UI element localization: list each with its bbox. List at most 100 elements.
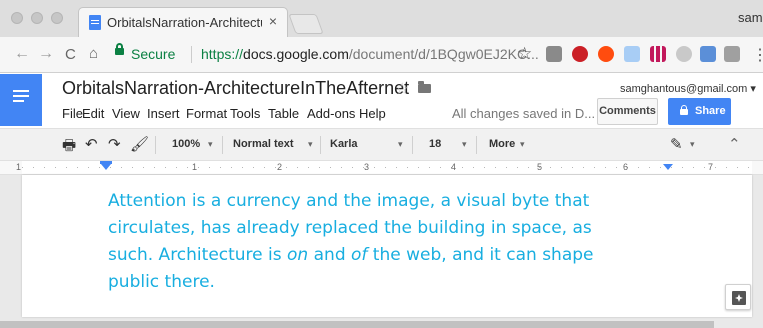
account-caret-icon: ▾	[750, 83, 756, 95]
ruler-number: 5	[537, 162, 543, 172]
picture-extension-icon[interactable]	[700, 46, 716, 62]
explore-button[interactable]	[725, 284, 751, 310]
docs-header: OrbitalsNarration-ArchitectureInTheAfter…	[0, 74, 763, 128]
url-divider	[191, 46, 192, 63]
zoom-caret-icon[interactable]: ▾	[208, 139, 213, 150]
font-select[interactable]: Karla	[330, 138, 358, 150]
new-tab-button[interactable]	[288, 14, 324, 34]
save-status[interactable]: All changes saved in D...	[452, 106, 595, 121]
browser-toolbar: ← → C ⌂ Secure https://docs.google.com/d…	[0, 37, 763, 73]
toolbar-divider	[476, 136, 477, 154]
more-menu-icon[interactable]: ⋮	[752, 45, 763, 65]
menu-insert[interactable]: Insert	[147, 106, 180, 121]
more-caret-icon[interactable]: ▾	[520, 139, 525, 150]
ruler-number: 2	[277, 162, 283, 172]
font-size-caret-icon[interactable]: ▾	[462, 139, 467, 150]
back-icon[interactable]: ←	[14, 45, 30, 63]
redo-icon[interactable]: ↷	[108, 135, 121, 153]
secure-label: Secure	[131, 46, 176, 62]
ruler-number: 7	[708, 162, 714, 172]
url-path: /document/d/1BQgw0EJ2KC...	[348, 46, 539, 62]
text-run: such. Architecture is	[108, 245, 288, 265]
camera-extension-icon[interactable]	[724, 46, 740, 62]
print-icon[interactable]: 🖶	[62, 135, 76, 160]
cloud-extension-icon[interactable]	[676, 46, 692, 62]
horizontal-scrollbar[interactable]	[0, 321, 714, 328]
tab-title: OrbitalsNarration-Architecture	[107, 15, 262, 30]
style-select[interactable]: Normal text	[233, 138, 294, 150]
font-caret-icon[interactable]: ▾	[398, 139, 403, 150]
paint-format-icon[interactable]: 🖌	[130, 135, 149, 153]
profile-name[interactable]: sam	[738, 10, 763, 25]
stripes-extension-icon[interactable]	[650, 46, 666, 62]
account-email[interactable]: samghantous@gmail.com ▾	[620, 82, 756, 95]
docs-favicon-icon	[89, 15, 101, 30]
toolbar-divider	[320, 136, 321, 154]
reload-icon[interactable]: C	[65, 46, 76, 63]
text-line: such. Architecture is on and of the web,…	[108, 242, 688, 269]
formatting-toolbar: 🖶 ↶ ↷ 🖌 100% ▾ Normal text ▾ Karla ▾ 18 …	[0, 128, 763, 161]
document-canvas: Attention is a currency and the image, a…	[0, 175, 763, 328]
translate-extension-icon[interactable]	[546, 46, 562, 62]
maximize-window-button[interactable]	[51, 12, 63, 24]
star-document-icon[interactable]: ☆	[395, 79, 409, 99]
editing-mode-pen-icon[interactable]: ✎	[670, 135, 683, 153]
toolbar-divider	[222, 136, 223, 154]
right-indent-marker-icon[interactable]	[663, 164, 673, 170]
ruler-number: 6	[623, 162, 629, 172]
home-icon[interactable]: ⌂	[89, 45, 98, 62]
toolbar-divider	[412, 136, 413, 154]
menu-format[interactable]: Format	[186, 106, 227, 121]
menu-add-ons[interactable]: Add-ons	[307, 106, 355, 121]
browser-window: OrbitalsNarration-Architecture × sam ← →…	[0, 0, 763, 328]
toolbar-divider	[155, 136, 156, 154]
docs-home-logo-icon[interactable]	[0, 74, 42, 126]
menu-view[interactable]: View	[112, 106, 140, 121]
more-button[interactable]: More	[489, 138, 515, 150]
address-bar[interactable]: Secure https://docs.google.com/document/…	[113, 42, 539, 68]
minimize-window-button[interactable]	[31, 12, 43, 24]
move-to-folder-icon[interactable]	[418, 81, 431, 93]
menu-edit[interactable]: Edit	[82, 106, 104, 121]
ruler: 1 1 2 3 4 5 6 7	[0, 161, 763, 175]
share-label: Share	[695, 105, 726, 117]
italic-run: of	[351, 245, 368, 265]
document-title[interactable]: OrbitalsNarration-ArchitectureInTheAfter…	[62, 78, 409, 99]
collapse-menus-icon[interactable]: ⌃	[728, 135, 741, 153]
url-text[interactable]: https://docs.google.com/document/d/1BQgw…	[201, 46, 539, 62]
ruler-number: 1	[192, 162, 198, 172]
explore-icon	[732, 291, 746, 305]
ruler-number: 3	[364, 162, 370, 172]
share-lock-icon	[680, 105, 688, 115]
comments-button[interactable]: Comments	[597, 98, 658, 125]
close-window-button[interactable]	[11, 12, 23, 24]
text-line: public there.	[108, 272, 215, 292]
text-line: Attention is a currency and the image, a…	[108, 191, 590, 211]
ruler-number: 1	[16, 162, 22, 172]
editing-mode-caret-icon[interactable]: ▾	[690, 139, 695, 150]
lock-icon	[115, 43, 124, 55]
tab-close-icon[interactable]: ×	[269, 13, 277, 29]
left-indent-marker-icon[interactable]	[101, 164, 111, 170]
ruler-ticks	[22, 167, 752, 168]
undo-icon[interactable]: ↶	[85, 135, 98, 153]
document-page[interactable]: Attention is a currency and the image, a…	[22, 175, 752, 317]
menu-help[interactable]: Help	[359, 106, 386, 121]
font-size-select[interactable]: 18	[429, 138, 441, 150]
pinterest-extension-icon[interactable]	[572, 46, 588, 62]
menu-tools[interactable]: Tools	[230, 106, 260, 121]
document-extension-icon[interactable]	[624, 46, 640, 62]
zoom-select[interactable]: 100%	[172, 138, 200, 150]
style-caret-icon[interactable]: ▾	[308, 139, 313, 150]
bookmark-star-icon[interactable]: ☆	[517, 44, 532, 64]
menu-table[interactable]: Table	[268, 106, 299, 121]
menu-file[interactable]: File	[62, 106, 83, 121]
document-body[interactable]: Attention is a currency and the image, a…	[108, 188, 688, 296]
text-run: the web, and it can shape	[367, 245, 594, 265]
forward-icon[interactable]: →	[38, 45, 54, 63]
tab-strip: OrbitalsNarration-Architecture × sam	[0, 0, 763, 37]
share-button[interactable]: Share	[668, 98, 731, 125]
browser-tab[interactable]: OrbitalsNarration-Architecture ×	[78, 7, 288, 37]
opera-extension-icon[interactable]	[598, 46, 614, 62]
italic-run: on	[287, 245, 309, 265]
